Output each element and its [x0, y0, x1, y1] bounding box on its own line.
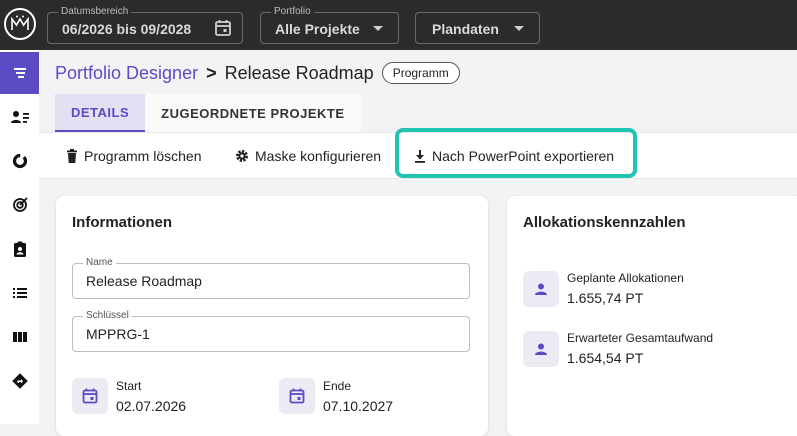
- portfolio-select[interactable]: Portfolio Alle Projekte: [260, 6, 399, 44]
- sidebar-item-board[interactable]: [0, 316, 39, 358]
- columns-icon: [12, 332, 27, 342]
- sidebar-item-resources[interactable]: [0, 96, 39, 138]
- sidebar-item-goals[interactable]: [0, 184, 39, 226]
- logo-icon: [11, 15, 29, 30]
- tab-bar: DETAILS ZUGEORDNETE PROJEKTE: [55, 94, 361, 132]
- portfolio-label: Portfolio: [271, 6, 314, 18]
- chevron-down-icon: [373, 26, 383, 31]
- start-value: 02.07.2026: [116, 398, 187, 414]
- target-icon: [12, 197, 28, 212]
- configure-form-label: Maske konfigurieren: [255, 148, 382, 164]
- breadcrumb-parent-link[interactable]: Portfolio Designer: [55, 63, 198, 84]
- breadcrumb: Portfolio Designer > Release Roadmap Pro…: [55, 62, 460, 84]
- tab-assigned-projects[interactable]: ZUGEORDNETE PROJEKTE: [145, 94, 361, 132]
- list-icon: [12, 288, 27, 298]
- export-highlight-outline: [395, 128, 637, 178]
- trash-icon: [67, 149, 77, 163]
- type-chip: Programm: [381, 62, 460, 84]
- calendar-icon[interactable]: [214, 19, 232, 42]
- chevron-down-icon: [514, 26, 524, 31]
- name-input[interactable]: [86, 273, 456, 289]
- planned-allocations-value: 1.655,74 PT: [567, 290, 644, 306]
- end-value: 07.10.2027: [323, 398, 394, 414]
- plan-value: Plandaten: [432, 21, 499, 37]
- clipboard-person-icon: [13, 241, 26, 257]
- person-list-icon: [10, 111, 29, 123]
- sidebar-item-charts[interactable]: [0, 140, 39, 182]
- expected-effort-kpi: Erwarteter Gesamtaufwand 1.654,54 PT: [523, 331, 713, 367]
- expected-effort-value: 1.654,54 PT: [567, 350, 644, 366]
- end-label: Ende: [323, 379, 352, 393]
- name-field[interactable]: Name: [72, 257, 470, 299]
- start-date[interactable]: Start 02.07.2026: [72, 378, 186, 414]
- name-label: Name: [83, 257, 116, 269]
- delete-program-button[interactable]: Programm löschen: [66, 145, 202, 167]
- top-bar: Datumsbereich 06/2026 bis 09/2028 Portfo…: [0, 0, 797, 50]
- main-content: Portfolio Designer > Release Roadmap Pro…: [39, 50, 797, 436]
- date-range-label: Datumsbereich: [58, 6, 132, 18]
- info-card-title: Informationen: [72, 214, 172, 231]
- direction-sign-icon: [11, 373, 28, 389]
- start-label: Start: [116, 379, 142, 393]
- donut-chart-icon: [12, 153, 27, 169]
- calendar-icon: [72, 378, 108, 414]
- person-icon: [523, 331, 559, 367]
- key-field[interactable]: Schlüssel: [72, 310, 470, 352]
- end-date[interactable]: Ende 07.10.2027: [279, 378, 393, 414]
- key-label: Schlüssel: [83, 310, 132, 322]
- expected-effort-label: Erwarteter Gesamtaufwand: [567, 331, 714, 345]
- allocation-card: Allokationskennzahlen Geplante Allokatio…: [507, 196, 797, 436]
- planned-allocations-kpi: Geplante Allokationen 1.655,74 PT: [523, 271, 684, 307]
- planned-allocations-label: Geplante Allokationen: [567, 271, 684, 285]
- key-input[interactable]: [86, 326, 456, 342]
- allocation-card-title: Allokationskennzahlen: [523, 214, 686, 231]
- sidebar-item-directions[interactable]: [0, 360, 39, 402]
- breadcrumb-separator: >: [206, 62, 217, 83]
- delete-program-label: Programm löschen: [84, 148, 202, 164]
- plan-select[interactable]: Plandaten: [415, 12, 540, 44]
- gear-icon: [236, 150, 248, 162]
- sidebar-item-assignments[interactable]: [0, 228, 39, 270]
- app-logo[interactable]: [4, 8, 36, 40]
- date-range-field[interactable]: Datumsbereich 06/2026 bis 09/2028: [47, 6, 243, 44]
- page-title: Release Roadmap: [224, 62, 374, 83]
- calendar-icon: [279, 378, 315, 414]
- date-range-value: 06/2026 bis 09/2028: [62, 21, 192, 37]
- person-icon: [523, 271, 559, 307]
- sidebar-item-list[interactable]: [0, 272, 39, 314]
- sidebar: [0, 50, 39, 424]
- roadmap-icon: [13, 68, 26, 78]
- configure-form-button[interactable]: Maske konfigurieren: [235, 145, 381, 167]
- tab-details[interactable]: DETAILS: [55, 94, 146, 132]
- sidebar-item-roadmap[interactable]: [0, 52, 39, 94]
- portfolio-value: Alle Projekte: [275, 21, 360, 37]
- info-card: Informationen Name Schlüssel Start 02.07…: [56, 196, 488, 436]
